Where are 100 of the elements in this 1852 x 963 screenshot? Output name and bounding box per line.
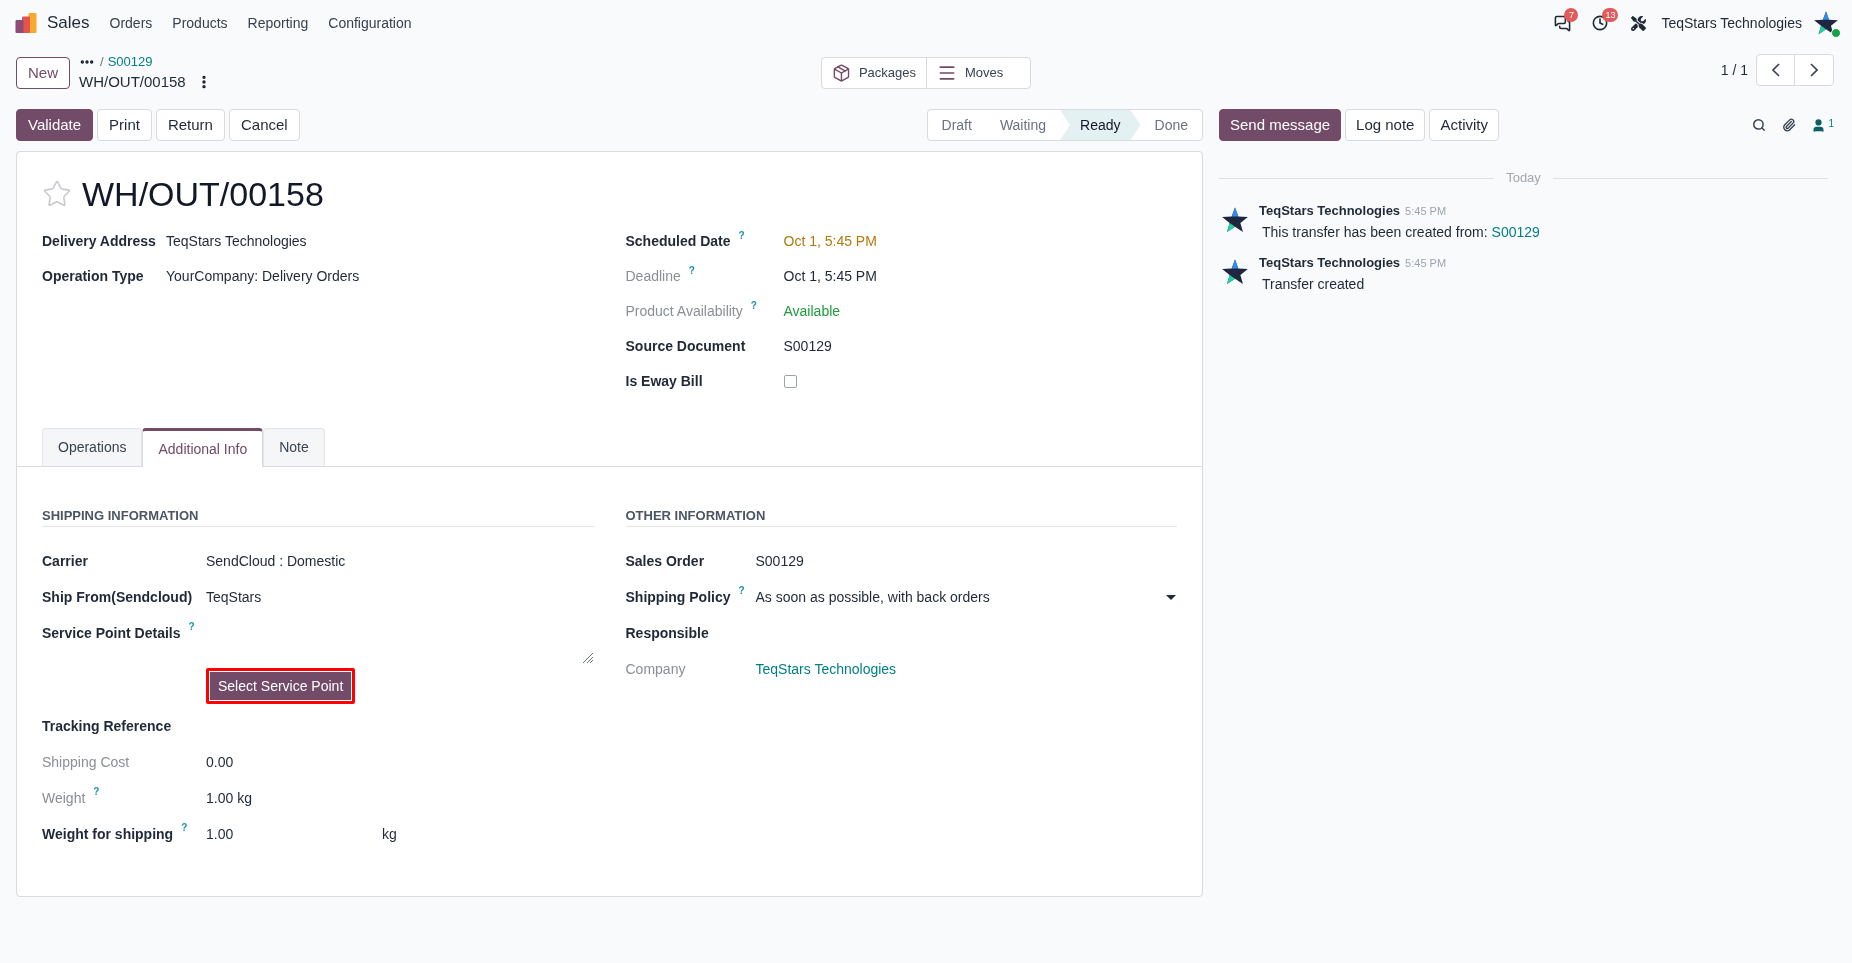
tab[interactable]: Operations <box>42 428 143 466</box>
message-author: TeqStars Technologies <box>1259 254 1401 272</box>
help-mark[interactable]: ? <box>688 264 695 277</box>
field-label: Deadline <box>625 267 681 286</box>
section-title: SHIPPING INFORMATION <box>42 506 594 527</box>
select-service-point-button[interactable]: Select Service Point <box>206 668 356 704</box>
record-link[interactable]: S00129 <box>1491 224 1540 240</box>
field-label: Shipping Cost <box>42 752 130 772</box>
field-label: Carrier <box>42 551 88 571</box>
chatter-button[interactable]: Log note <box>1345 109 1426 141</box>
field-value: Available <box>783 302 841 321</box>
field-label: Delivery Address <box>42 232 156 251</box>
help-mark[interactable]: ? <box>93 786 100 798</box>
notification-count: 7 <box>1564 8 1579 22</box>
menu-item[interactable]: Reporting <box>237 0 319 46</box>
message-time: 5:45 PM <box>1405 256 1447 271</box>
star-avatar-icon <box>1222 259 1248 285</box>
help-mark[interactable]: ? <box>738 229 745 242</box>
paperclip-icon <box>1782 118 1797 132</box>
systray-button[interactable]: 7 <box>1543 0 1582 46</box>
app-name[interactable]: Sales <box>47 10 90 36</box>
search-icon <box>1752 118 1767 132</box>
status-step[interactable]: Done <box>1140 110 1202 140</box>
checkbox[interactable] <box>783 375 797 388</box>
record-title: WH/OUT/00158 <box>82 177 324 211</box>
field-label: Product Availability <box>625 302 743 321</box>
section-title: OTHER INFORMATION <box>625 506 1177 527</box>
smart-button[interactable]: Packages <box>822 58 926 88</box>
chatter-button[interactable]: Send message <box>1219 109 1342 141</box>
help-mark[interactable]: ? <box>738 585 745 597</box>
field-label: Source Document <box>625 337 746 356</box>
systray-button[interactable]: 13 <box>1581 0 1620 46</box>
select-value[interactable]: As soon as possible, with back orders <box>755 586 990 608</box>
breadcrumb-separator: / <box>100 53 104 72</box>
field-value: 1.00 kg <box>206 788 252 808</box>
action-button[interactable]: Return <box>155 109 225 141</box>
link[interactable]: TeqStars Technologies <box>755 658 897 680</box>
box-icon <box>832 63 851 83</box>
message-text: This transfer has been created from: S00129 <box>1262 223 1540 242</box>
field-value: SendCloud : Domestic <box>206 551 346 571</box>
field-value: 0.00 <box>206 752 234 772</box>
action-button[interactable]: Print <box>97 109 152 141</box>
menu-item[interactable]: Products <box>162 0 238 46</box>
field-value: S00129 <box>755 551 804 571</box>
status-step[interactable]: Draft <box>927 110 986 140</box>
field-label: Is Eway Bill <box>625 372 703 391</box>
field-label: Tracking Reference <box>42 716 172 736</box>
help-mark[interactable]: ? <box>188 621 195 633</box>
date-divider: Today <box>1506 169 1541 188</box>
action-button[interactable]: Cancel <box>228 109 300 141</box>
message-time: 5:45 PM <box>1405 204 1447 219</box>
field-value: 1.00 <box>206 824 235 844</box>
field-label: Service Point Details <box>42 623 181 643</box>
star-avatar-icon <box>1222 207 1248 233</box>
app-logo-icon <box>15 13 37 33</box>
status-step[interactable]: Ready <box>1060 110 1141 140</box>
unit-label: kg <box>382 824 397 844</box>
tab[interactable]: Additional Info <box>142 428 264 467</box>
chatter-button[interactable]: Activity <box>1429 109 1499 141</box>
chevron-left-icon <box>1771 63 1780 77</box>
tab[interactable]: Note <box>263 428 325 466</box>
field-value: TeqStars <box>206 587 262 607</box>
message-author: TeqStars Technologies <box>1259 202 1401 220</box>
help-mark[interactable]: ? <box>750 299 757 312</box>
dropdown-caret-icon[interactable] <box>1166 594 1176 600</box>
menu-item[interactable]: Orders <box>99 0 163 46</box>
notification-count: 13 <box>1602 8 1619 22</box>
status-step[interactable]: Waiting <box>985 110 1061 140</box>
field-label: Company <box>625 659 686 679</box>
message-text: Transfer created <box>1262 275 1366 294</box>
field-value: Oct 1, 5:45 PM <box>783 232 877 251</box>
chevron-right-icon <box>1810 63 1818 77</box>
menu-item[interactable]: Configuration <box>318 0 422 46</box>
breadcrumb-link[interactable]: S00129 <box>107 52 153 72</box>
list-icon <box>937 63 957 83</box>
chat-icon <box>1553 14 1571 32</box>
field-label: Ship From(Sendcloud) <box>42 587 193 607</box>
smart-button[interactable]: Moves <box>926 58 1030 88</box>
field-value: TeqStars Technologies <box>166 232 307 251</box>
pager-value: 1 / 1 <box>1720 60 1748 80</box>
user-name[interactable]: TeqStars Technologies <box>1661 12 1802 34</box>
field-label: Responsible <box>625 623 709 643</box>
favorite-star-icon[interactable] <box>42 179 72 209</box>
field-label: Shipping Policy <box>625 587 731 607</box>
person-icon <box>1811 118 1827 133</box>
field-value: YourCompany: Delivery Orders <box>166 267 360 286</box>
record-name: WH/OUT/00158 <box>79 71 186 92</box>
field-value: S00129 <box>783 337 832 356</box>
help-mark[interactable]: ? <box>181 822 188 834</box>
tools-icon <box>1630 15 1646 31</box>
resize-handle-icon[interactable] <box>582 653 593 663</box>
action-button[interactable]: Validate <box>16 109 94 141</box>
field-label: Weight for shipping <box>42 824 174 844</box>
followers-button[interactable]: 1 <box>1805 111 1836 139</box>
field-label: Sales Order <box>625 551 705 571</box>
field-label: Weight <box>42 788 86 808</box>
field-label: Scheduled Date <box>625 232 731 251</box>
field-value: Oct 1, 5:45 PM <box>783 267 877 286</box>
field-label: Operation Type <box>42 267 144 286</box>
new-button[interactable]: New <box>16 57 70 89</box>
